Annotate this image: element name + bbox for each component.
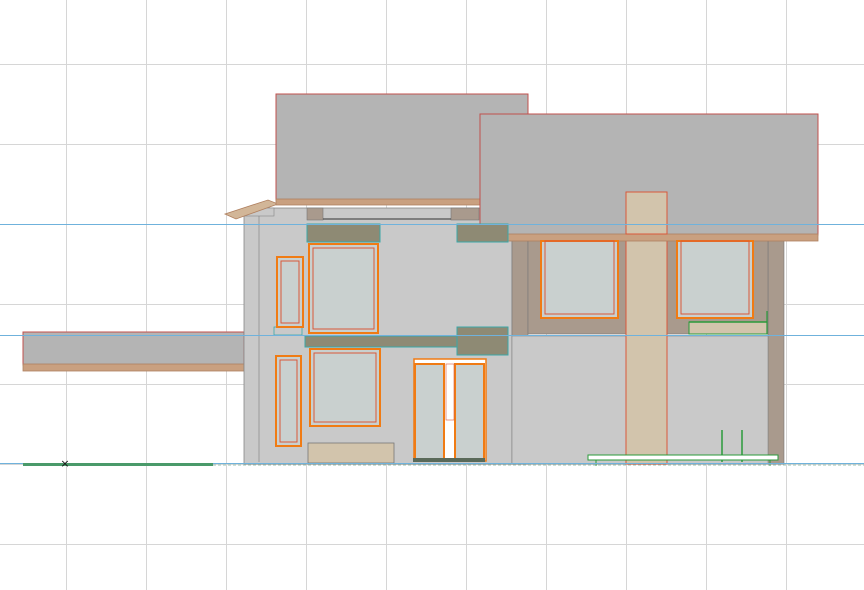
window-right-1[interactable]	[540, 240, 619, 319]
window-lower-large[interactable]	[309, 348, 381, 427]
ground-marker-icon[interactable]: ×	[60, 457, 69, 470]
window-upper-narrow[interactable]	[276, 256, 304, 328]
window-lower-narrow[interactable]	[275, 355, 302, 447]
upper-back-wall-left	[306, 207, 324, 221]
elevation-drawing[interactable]: ×	[0, 0, 864, 590]
entry-step	[307, 442, 395, 464]
upper-roof-right[interactable]	[479, 113, 819, 242]
window-right-2[interactable]	[676, 240, 754, 319]
entry-door[interactable]	[413, 358, 487, 462]
window-upper-large[interactable]	[308, 243, 379, 334]
upper-back-wall-right	[450, 207, 480, 221]
left-wing-roof[interactable]	[22, 331, 245, 372]
elevation-canvas[interactable]: ×	[0, 0, 864, 590]
